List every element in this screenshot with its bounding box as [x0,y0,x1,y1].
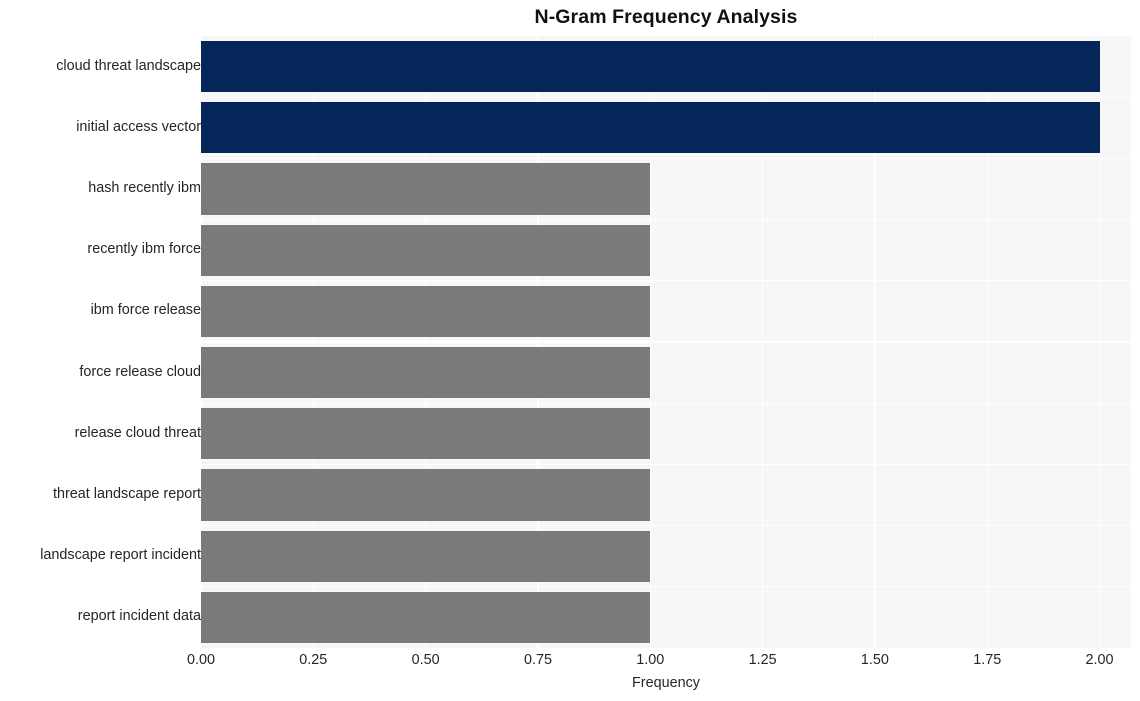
horizontal-gridline [201,463,1131,466]
y-axis-tick-label: ibm force release [90,302,201,319]
chart-title: N-Gram Frequency Analysis [534,6,798,28]
bar [201,102,1100,154]
bar [201,41,1100,93]
horizontal-gridline [201,157,1131,160]
x-axis-tick-label: 0.00 [186,652,215,668]
y-axis-tick-label: initial access vector [76,118,201,135]
bar [201,347,651,399]
bar [201,285,651,337]
x-axis-tick-labels: 0.00 0.25 0.50 0.75 1.00 1.25 1.50 1.75 2.00 [187,651,1131,673]
bar [201,224,651,276]
horizontal-gridline [201,402,1131,404]
x-axis-tick-label: 1.75 [973,652,1002,668]
x-axis-title: Frequency [632,675,700,691]
bar [201,163,651,215]
y-axis-tick-label: threat landscape report [53,486,201,502]
horizontal-gridline [201,524,1131,527]
x-axis-tick-label: 0.50 [411,652,440,668]
x-axis-tick-label: 2.00 [1085,652,1114,668]
bar [201,469,651,521]
y-axis-tick-label: force release cloud [79,363,201,380]
x-axis-tick-label: 1.00 [636,652,665,668]
bar [201,530,651,582]
bar [201,591,651,643]
chart-figure: N-Gram Frequency Analysis cloud threat l… [0,0,1140,701]
x-axis-tick-label: 1.25 [748,652,777,668]
x-axis-tick-label: 1.50 [860,652,889,668]
horizontal-gridline [201,586,1131,588]
y-axis-tick-label: cloud threat landscape [56,57,201,74]
horizontal-gridline [201,218,1131,221]
bar [201,408,651,460]
horizontal-gridline [201,280,1131,282]
y-axis-tick-label: report incident data [77,608,201,625]
y-axis-tick-label: recently ibm force [87,241,201,258]
y-axis-tick-label: landscape report incident [40,547,201,564]
horizontal-gridline [201,96,1131,98]
y-axis-tick-label: release cloud threat [74,424,201,441]
horizontal-gridline [201,341,1131,343]
y-axis-tick-label: hash recently ibm [88,180,201,196]
plot-area [201,36,1131,648]
x-axis-tick-label: 0.75 [523,652,552,668]
y-axis-tick-labels: cloud threat landscape initial access vec… [0,36,201,648]
x-axis-tick-label: 0.25 [299,652,328,668]
